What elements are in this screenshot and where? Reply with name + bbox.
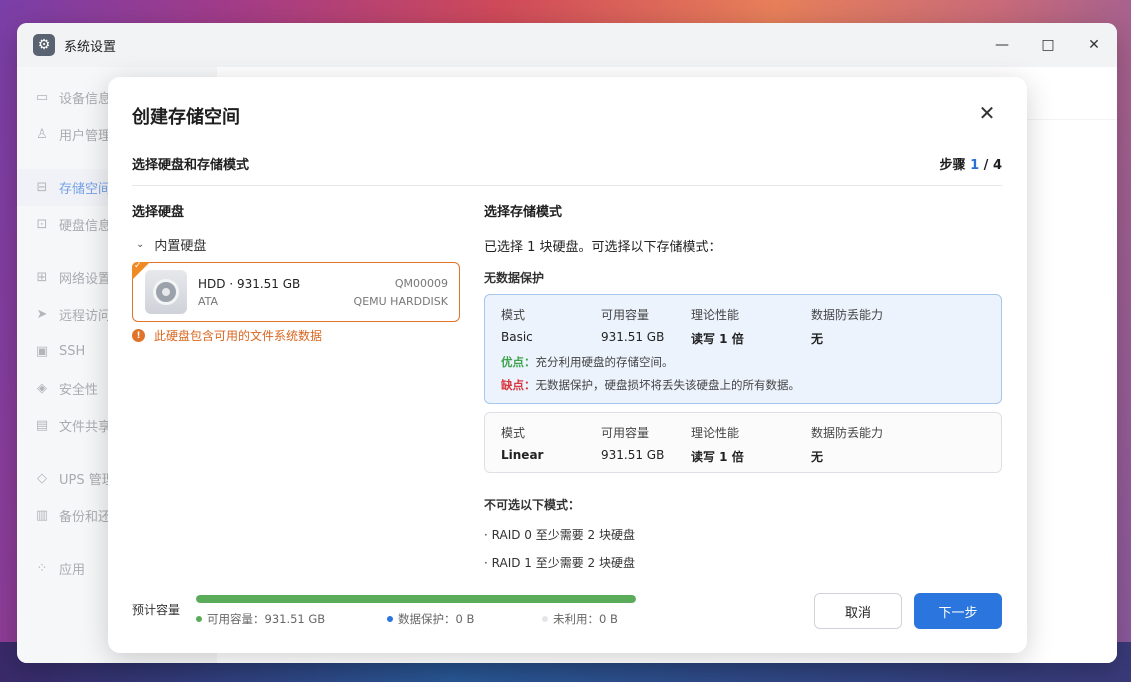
mode-name: Basic [501,330,533,344]
pro-label: 优点： [501,355,536,369]
next-button[interactable]: 下一步 [914,593,1002,629]
header-protection: 数据防丢能力 [811,308,884,322]
unavailable-raid0: · RAID 0 至少需要 2 块硬盘 [484,528,635,542]
close-icon[interactable]: ✕ [975,101,999,125]
minimize-button[interactable]: — [979,23,1025,67]
mode-protection: 无 [811,332,824,346]
select-disk-title: 选择硬盘 [132,205,185,220]
header-mode: 模式 [501,308,526,322]
pro-text: 充分利用硬盘的存储空间。 [535,355,674,369]
available-dot [196,616,202,622]
step-total: / 4 [983,158,1002,173]
step-current: 1 [970,158,980,173]
header-performance: 理论性能 [691,426,740,440]
mode-card-basic[interactable]: 模式 可用容量 理论性能 数据防丢能力 Basic 931.51 GB 读写 1… [484,294,1002,404]
unused-dot [542,616,548,622]
header-capacity: 可用容量 [601,308,650,322]
maximize-button[interactable]: □ [1025,23,1071,67]
protection-dot [387,616,393,622]
legend-unused: 未利用：0 B [542,611,618,627]
disk-name: HDD · 931.51 GB [198,277,301,291]
chevron-down-icon: ⌄ [136,239,145,250]
mode-card-linear[interactable]: 模式 可用容量 理论性能 数据防丢能力 Linear 931.51 GB 读写 … [484,412,1002,473]
step-label: 步骤 [939,158,966,173]
capacity-label: 预计容量 [132,603,181,617]
warning-icon: ! [132,329,145,342]
disk-serial: QM00009 [394,277,448,290]
disk-model: QEMU HARDDISK [353,295,448,308]
legend-available-text: 可用容量：931.51 GB [207,612,326,626]
warning-text: 此硬盘包含可用的文件系统数据 [154,329,323,343]
legend-protection-text: 数据保护：0 B [398,612,475,626]
mode-performance: 读写 1 倍 [691,450,744,464]
internal-disks-group[interactable]: ⌄ 内置硬盘 [136,235,206,254]
settings-gear-icon: ⚙ [33,34,55,56]
disk-warning: ! 此硬盘包含可用的文件系统数据 [132,327,322,344]
create-storage-dialog: 创建存储空间 ✕ 选择硬盘和存储模式 步骤 1 / 4 选择硬盘 ⌄ 内置硬盘 … [108,77,1027,653]
disk-card[interactable]: ✓ HDD · 931.51 GB ATA QM00009 QEMU HARDD… [132,261,460,322]
mode-name: Linear [501,448,544,462]
capacity-bar-fill [196,595,636,603]
legend-unused-text: 未利用：0 B [553,612,618,626]
window-title: 系统设置 [64,39,117,55]
unavailable-raid1: · RAID 1 至少需要 2 块硬盘 [484,556,635,568]
unavailable-title: 不可选以下模式： [484,498,581,512]
header-capacity: 可用容量 [601,426,650,440]
close-window-button[interactable]: ✕ [1071,23,1117,67]
no-protection-label: 无数据保护 [484,271,545,285]
select-mode-title: 选择存储模式 [484,205,563,220]
cancel-button[interactable]: 取消 [814,593,902,629]
con-label: 缺点： [501,378,536,392]
hard-disk-icon [145,270,187,314]
storage-mode-panel: 选择存储模式 已选择 1 块硬盘。可选择以下存储模式： 无数据保护 模式 可用容… [484,185,1002,568]
selection-info: 已选择 1 块硬盘。可选择以下存储模式： [484,240,722,255]
dialog-subtitle: 选择硬盘和存储模式 [132,158,250,173]
titlebar: ⚙ 系统设置 — □ ✕ [17,23,1117,67]
header-protection: 数据防丢能力 [811,426,884,440]
header-mode: 模式 [501,426,526,440]
check-icon: ✓ [134,261,142,271]
group-label: 内置硬盘 [154,239,207,254]
mode-capacity: 931.51 GB [601,330,665,344]
mode-protection: 无 [811,450,824,464]
legend-protection: 数据保护：0 B [387,611,474,627]
step-indicator: 步骤 1 / 4 [940,154,1002,173]
mode-capacity: 931.51 GB [601,448,665,462]
capacity-bar [196,595,636,603]
con-text: 无数据保护，硬盘损坏将丢失该硬盘上的所有数据。 [535,378,801,392]
header-performance: 理论性能 [691,308,740,322]
mode-pro: 优点：充分利用硬盘的存储空间。 [501,354,674,370]
mode-con: 缺点：无数据保护，硬盘损坏将丢失该硬盘上的所有数据。 [501,377,800,393]
mode-performance: 读写 1 倍 [691,332,744,346]
disk-interface: ATA [198,295,219,308]
dialog-title: 创建存储空间 [132,107,240,128]
legend-available: 可用容量：931.51 GB [196,611,325,627]
